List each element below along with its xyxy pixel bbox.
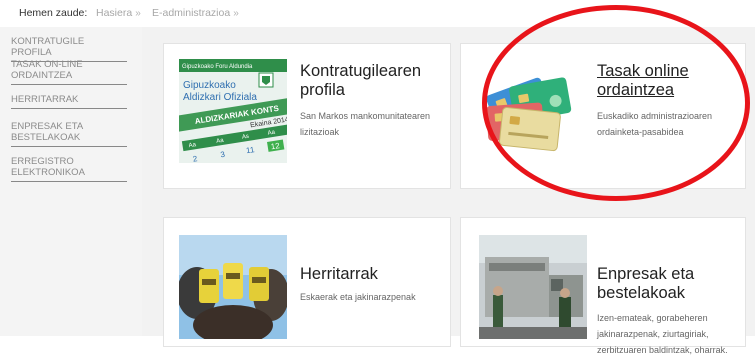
svg-text:Aldizkari Ofiziala: Aldizkari Ofiziala: [183, 92, 257, 103]
card-description: Eskaerak eta jakinarazpenak: [300, 292, 416, 302]
breadcrumb-label: Hemen zaude:: [19, 7, 88, 19]
breadcrumb-link-e-administrazioa[interactable]: E-administrazioa»: [152, 0, 239, 27]
card-herritarrak[interactable]: Herritarrak Eskaerak eta jakinarazpenak: [163, 217, 451, 347]
svg-text:As: As: [242, 134, 250, 141]
sidebar: KONTRATUGILE PROFILA TASAK ON-LINE ORDAI…: [0, 27, 142, 336]
card-title[interactable]: Herritarrak: [300, 265, 450, 284]
card-tasak-online[interactable]: Tasak online ordaintzea Euskadiko admini…: [460, 43, 746, 189]
card-image-bulletin[interactable]: Gipuzkoako Foru Aldundia Gipuzkoako Aldi…: [179, 59, 287, 163]
card-image-people[interactable]: [179, 235, 287, 339]
card-enpresak[interactable]: Enpresak eta bestelakoak Izen-emateak, g…: [460, 217, 747, 355]
sidebar-item-enpresak[interactable]: ENPRESAK ETA BESTELAKOAK: [11, 121, 127, 147]
card-title[interactable]: Kontratugilearen profila: [300, 62, 450, 100]
card-description: San Markos mankomunitatearen lizitazioak: [300, 111, 431, 137]
garbage-truck-image: [479, 235, 587, 339]
sidebar-item-herritarrak[interactable]: HERRITARRAK: [11, 94, 127, 109]
main-content: Gipuzkoako Foru Aldundia Gipuzkoako Aldi…: [142, 27, 755, 355]
people-cups-image: [179, 235, 287, 339]
sidebar-item-erregistro-elektronikoa[interactable]: ERREGISTRO ELEKTRONIKOA: [11, 156, 127, 182]
breadcrumb-separator-icon: »: [233, 8, 239, 19]
card-image-truck[interactable]: [479, 235, 587, 339]
bulletin-image: Gipuzkoako Foru Aldundia Gipuzkoako Aldi…: [179, 59, 287, 163]
svg-text:Gipuzkoako: Gipuzkoako: [183, 80, 236, 91]
card-description: Izen-emateak, gorabeheren jakinarazpenak…: [597, 313, 728, 355]
logo-text: Gipuzkoako Foru Aldundia: [182, 64, 253, 70]
breadcrumb: Hemen zaude: Hasiera» E-administrazioa»: [0, 0, 755, 27]
card-description: Euskadiko administrazioaren ordainketa-p…: [597, 111, 713, 137]
card-title-link[interactable]: Tasak online ordaintzea: [597, 62, 747, 100]
credit-cards-image: [479, 59, 587, 163]
breadcrumb-link-home[interactable]: Hasiera»: [96, 0, 141, 27]
breadcrumb-separator-icon: »: [135, 8, 141, 19]
card-title[interactable]: Enpresak eta bestelakoak: [597, 265, 747, 303]
card-kontratugilearen-profila[interactable]: Gipuzkoako Foru Aldundia Gipuzkoako Aldi…: [163, 43, 451, 189]
sidebar-item-tasak-online[interactable]: TASAK ON-LINE ORDAINTZEA: [11, 59, 127, 85]
card-image-cards[interactable]: [479, 59, 587, 163]
